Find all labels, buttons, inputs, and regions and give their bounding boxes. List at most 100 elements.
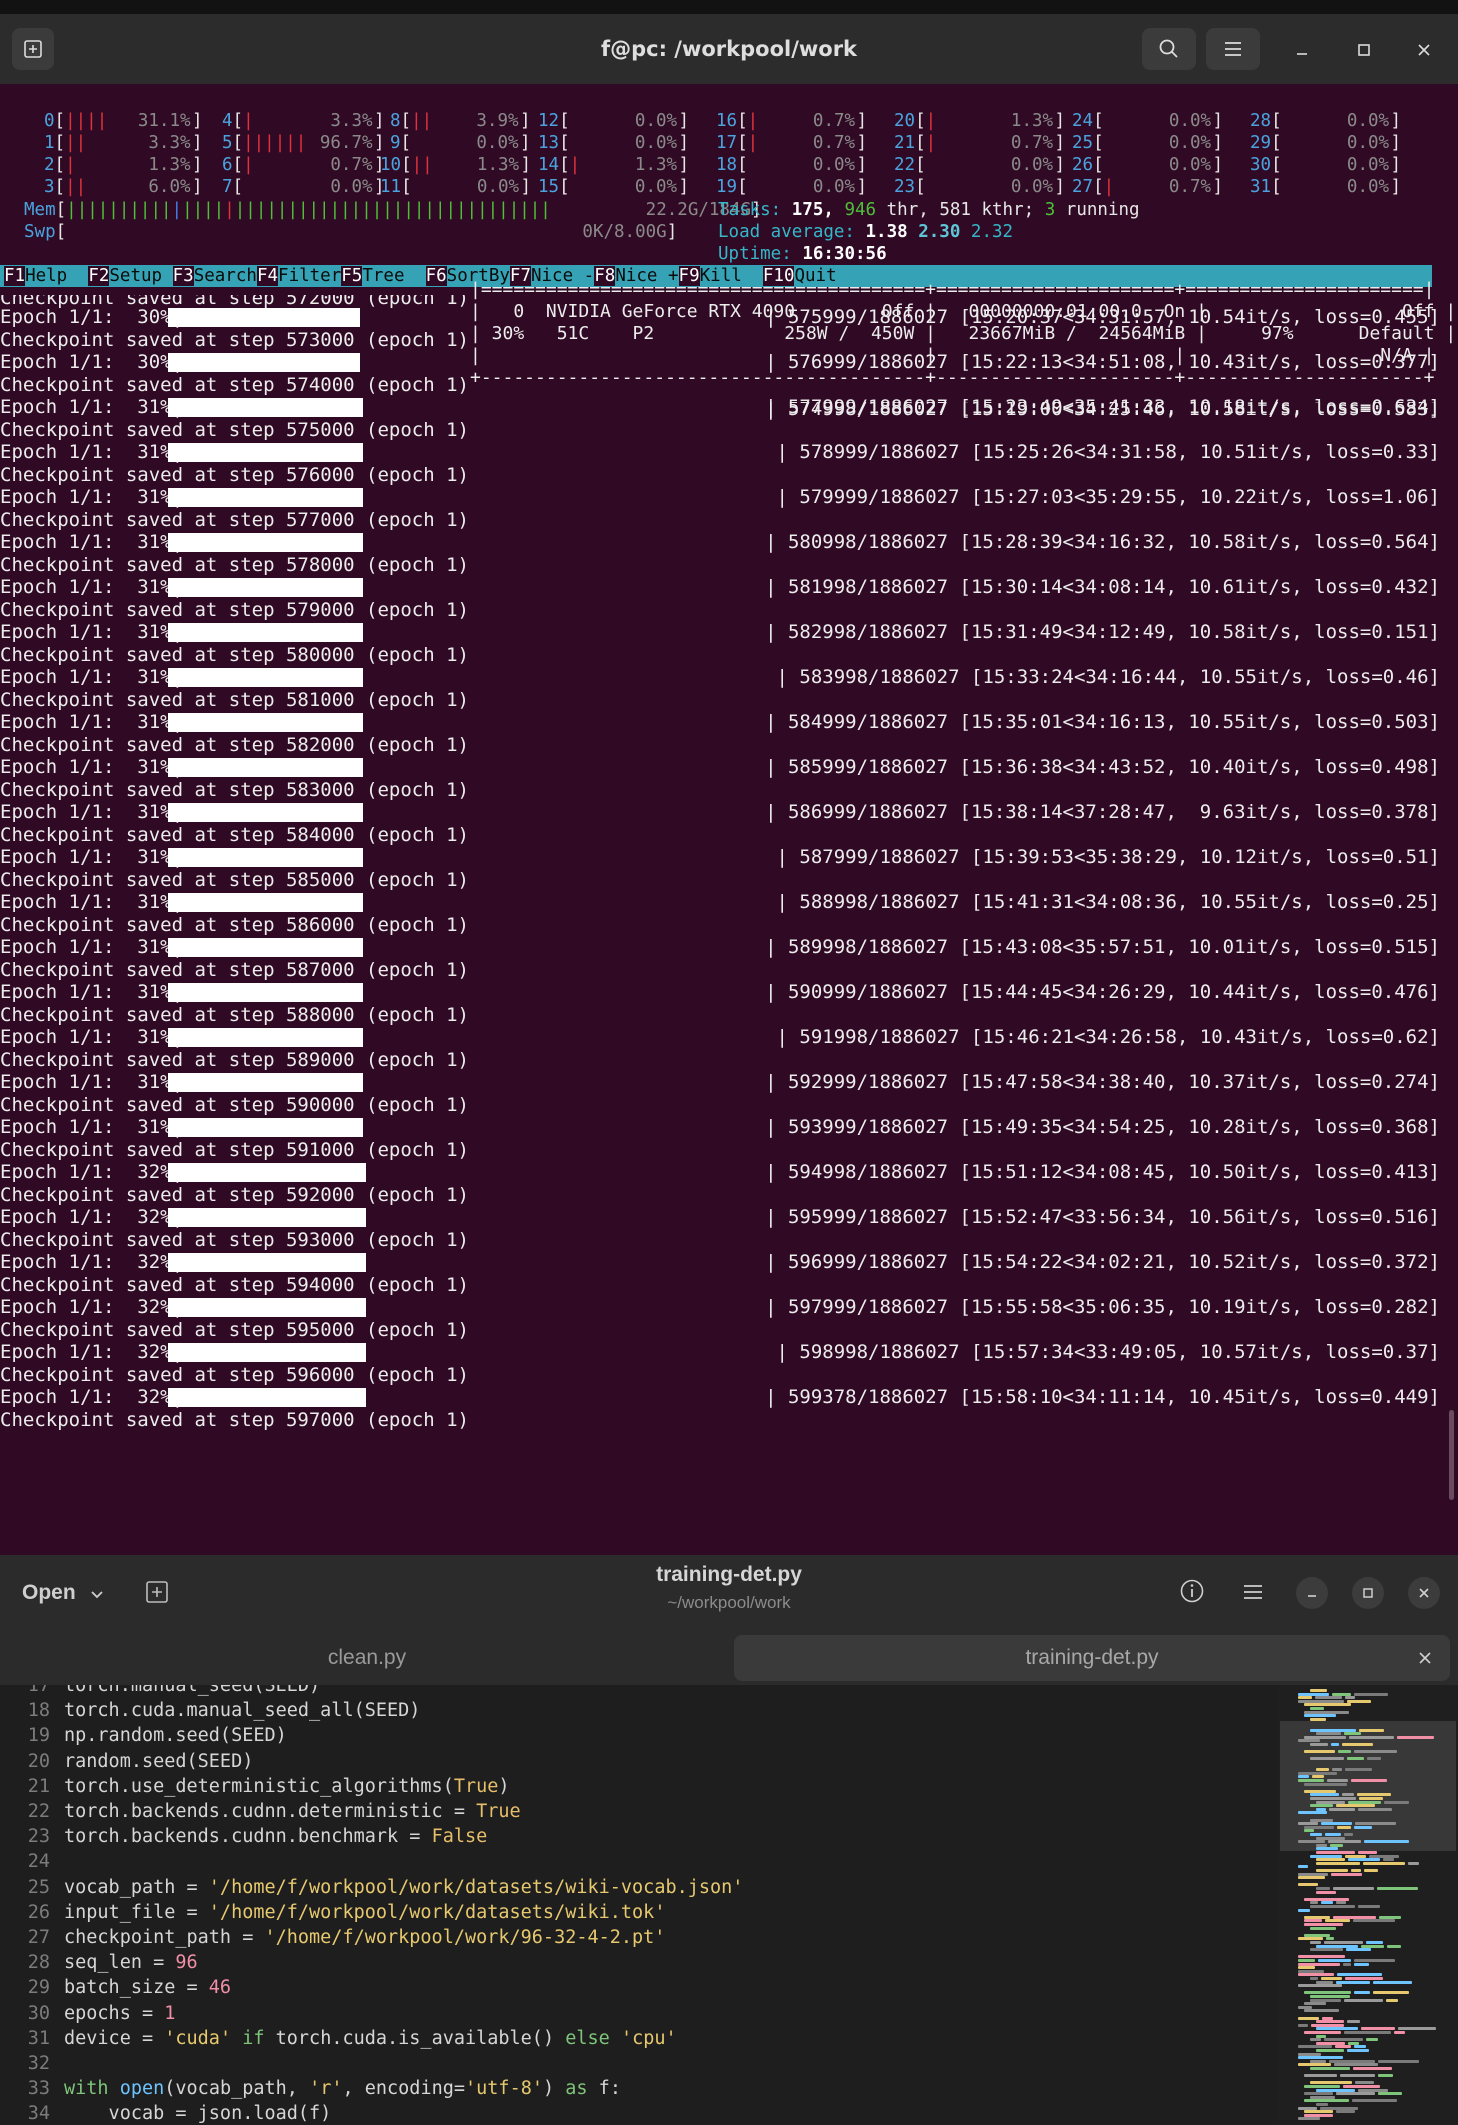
cpu-id: 13 — [538, 133, 560, 153]
code-line[interactable]: 26 input_file = '/home/f/workpool/work/da… — [0, 1900, 1278, 1925]
fkey-f2[interactable]: F2Setup — [88, 265, 172, 287]
fkey-f4[interactable]: F4Filter — [256, 265, 341, 287]
minimap-line — [1310, 1707, 1324, 1710]
minimap-line — [1310, 1854, 1342, 1858]
fkey-f5[interactable]: F5Tree — [341, 265, 425, 287]
nvidia-separator: |=======================================… — [470, 279, 1435, 300]
code-line[interactable]: 34 vocab = json.load(f) — [0, 2101, 1278, 2125]
code-token: torch.backends.cudnn.benchmark = — [64, 1826, 432, 1848]
minimap-line — [1342, 1743, 1373, 1746]
minimap-line — [1345, 1977, 1383, 1980]
epoch-progress-line: Epoch 1/1: 32%| — [0, 1251, 183, 1273]
checkpoint-line: Checkpoint saved at step 575000 (epoch 1… — [0, 418, 469, 441]
new-tab-icon[interactable] — [12, 28, 54, 70]
minimize-icon[interactable] — [1284, 32, 1320, 68]
epoch-progress-line: Epoch 1/1: 31%| — [0, 936, 183, 958]
minimap-line — [1310, 2059, 1326, 2063]
code-line[interactable]: 28 seq_len = 96 — [0, 1950, 1278, 1975]
htop-cpu-meter: 0[|||| 31.1%] — [44, 111, 203, 131]
code-line[interactable]: 23 torch.backends.cudnn.benchmark = False — [0, 1824, 1278, 1849]
minimap-line — [1310, 1743, 1328, 1746]
desktop-top-strip — [0, 0, 1458, 14]
cpu-bar: | — [747, 133, 759, 153]
cpu-id: 2 — [44, 155, 55, 175]
htop-tasks: Tasks: 175, 946 thr, 581 kthr; 3 running — [718, 199, 1140, 221]
cpu-id: 16 — [716, 111, 738, 131]
epoch-label: Epoch 1/1: — [0, 846, 138, 868]
code-line[interactable]: 18 torch.cuda.manual_seed_all(SEED) — [0, 1698, 1278, 1723]
code-line[interactable]: 19 np.random.seed(SEED) — [0, 1723, 1278, 1748]
info-icon[interactable] — [1178, 1577, 1208, 1607]
terminal-scrollbar[interactable] — [1449, 1410, 1454, 1500]
code-line[interactable]: 29 batch_size = 46 — [0, 1975, 1278, 2000]
maximize-icon[interactable] — [1352, 1577, 1384, 1609]
code-line[interactable]: 21 torch.use_deterministic_algorithms(Tru… — [0, 1774, 1278, 1799]
cpu-value: 0.0% — [476, 177, 520, 197]
cpu-id: 20 — [894, 111, 916, 131]
minimap-line — [1332, 1692, 1351, 1696]
progress-bar — [168, 803, 363, 822]
progress-stats: | 596999/1886027 [15:54:22<34:02:21, 10.… — [765, 1251, 1440, 1273]
minimap[interactable] — [1278, 1685, 1458, 2125]
epoch-label: Epoch 1/1: — [0, 756, 138, 778]
fkey-key: F3 — [172, 266, 194, 286]
minimap-line — [1304, 1991, 1351, 1995]
code-token: 'utf-8' — [465, 2078, 543, 2100]
terminal-body[interactable]: 0[|||| 31.1%] 1[|| 3.3%] 2[| 1.3%] 3[|| 6.0%] 4[… — [0, 84, 1458, 1555]
line-number: 31 — [27, 2027, 50, 2049]
line-number: 20 — [27, 1750, 50, 1772]
code-line[interactable]: 33 with open(vocab_path, 'r', encoding='u… — [0, 2076, 1278, 2101]
minimap-line — [1316, 1890, 1336, 1894]
code-line[interactable]: 32 — [0, 2051, 1278, 2076]
progress-bar — [168, 758, 363, 777]
code-line[interactable]: 31 device = 'cuda' if torch.cuda.is_avail… — [0, 2026, 1278, 2051]
htop-cpu-meter: 17[| 0.7%] — [716, 133, 868, 153]
epoch-progress-line: Epoch 1/1: 31%| — [0, 981, 183, 1003]
htop-cpu-meter: 11[0.0%] — [380, 177, 532, 197]
minimap-line — [1331, 1743, 1339, 1746]
minimap-line — [1316, 2034, 1326, 2038]
close-icon[interactable] — [1406, 32, 1442, 68]
minimap-line — [1310, 2067, 1350, 2070]
minimap-line — [1304, 1825, 1334, 1829]
tab-training-det-py[interactable]: training-det.py — [734, 1635, 1450, 1681]
hamburger-menu-icon[interactable] — [1206, 28, 1260, 70]
htop-cpu-meter: 16[| 0.7%] — [716, 111, 868, 131]
progress-stats: | 579999/1886027 [15:27:03<35:29:55, 10.… — [776, 486, 1440, 508]
code-line[interactable]: 22 torch.backends.cudnn.deterministic = T… — [0, 1799, 1278, 1824]
uptime-label: Uptime: — [718, 244, 792, 264]
code-token: 46 — [208, 1977, 232, 1999]
maximize-icon[interactable] — [1346, 32, 1382, 68]
code-line[interactable]: 17 torch.manual_seed(SEED) — [0, 1685, 1278, 1698]
code-line[interactable]: 27 checkpoint_path = '/home/f/workpool/wo… — [0, 1925, 1278, 1950]
close-tab-icon[interactable] — [1414, 1635, 1436, 1681]
cpu-value: 0.0% — [330, 177, 373, 197]
editor-window: Open training-det.py ~/workpool/work cle… — [0, 1555, 1458, 2125]
code-line[interactable]: 20 random.seed(SEED) — [0, 1749, 1278, 1774]
search-icon[interactable] — [1142, 28, 1196, 70]
minimap-line — [1298, 1692, 1329, 1696]
fkey-f1[interactable]: F1Help — [4, 265, 88, 287]
minimap-line — [1298, 1969, 1324, 1973]
cpu-value: 1.3% — [148, 155, 191, 175]
fkey-f3[interactable]: F3Search — [172, 265, 257, 287]
minimap-line — [1304, 1933, 1330, 1937]
code-token: input_file = — [64, 1901, 209, 1923]
minimap-line — [1354, 2045, 1366, 2049]
code-line[interactable]: 25 vocab_path = '/home/f/workpool/work/da… — [0, 1875, 1278, 1900]
minimap-line — [1304, 2110, 1333, 2114]
minimize-icon[interactable] — [1296, 1577, 1328, 1609]
cpu-value: 0.7% — [1168, 177, 1212, 197]
code-line[interactable]: 30 epochs = 1 — [0, 2001, 1278, 2026]
code-editor[interactable]: 17 torch.manual_seed(SEED) 18 torch.cuda.ma… — [0, 1685, 1278, 2125]
code-line[interactable]: 24 — [0, 1849, 1278, 1874]
cpu-id: 25 — [1072, 133, 1094, 153]
tab-clean-py[interactable]: clean.py — [8, 1635, 726, 1681]
cpu-bar: | — [243, 111, 254, 131]
progress-stats: | 582998/1886027 [15:31:49<34:12:49, 10.… — [765, 621, 1440, 643]
progress-percent: 32% — [137, 1296, 172, 1318]
hamburger-menu-icon[interactable] — [1240, 1579, 1268, 1607]
cpu-bar: || — [411, 155, 433, 175]
close-icon[interactable] — [1408, 1577, 1440, 1609]
epoch-label: Epoch 1/1: — [0, 621, 138, 643]
